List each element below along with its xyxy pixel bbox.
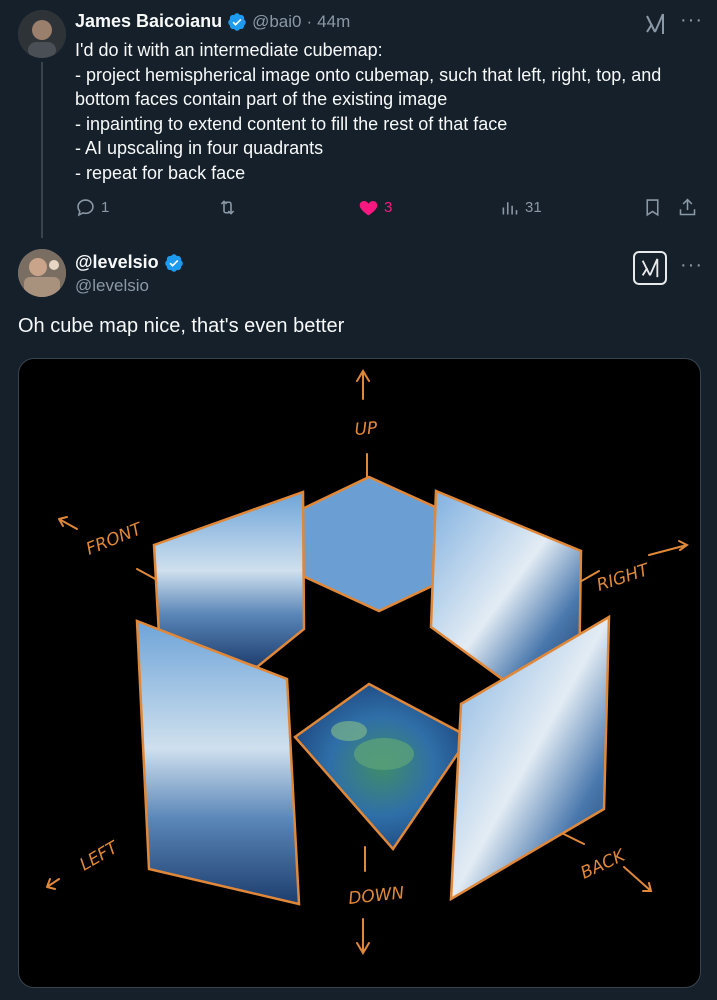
tweet-text: Oh cube map nice, that's even better [18,315,345,337]
label-back: BACK [578,845,630,883]
grok-icon [641,258,659,278]
avatar[interactable] [18,10,66,58]
left-face [135,619,301,906]
thread-line [41,62,43,238]
reply-button[interactable]: 1 [75,197,109,218]
tweet-text: I'd do it with an intermediate cubemap: … [75,40,662,183]
reply-icon [77,199,94,217]
avatar[interactable] [18,249,66,297]
timestamp[interactable]: 44m [317,12,350,32]
analytics-icon [502,202,518,215]
heart-icon [359,201,378,216]
grok-icon[interactable] [643,12,667,41]
grok-button[interactable] [633,251,667,285]
share-button[interactable] [677,197,698,218]
verified-badge-icon [228,12,246,31]
retweet-button[interactable] [217,197,238,218]
separator-dot: · [306,11,313,31]
author-name[interactable]: James Baicoianu [75,11,222,32]
label-front: FRONT [83,519,146,560]
bookmark-icon [646,199,659,217]
label-down: DOWN [347,883,405,909]
cubemap-diagram: UP FRONT RIGHT LEFT DOWN BACK [46,369,689,955]
action-bar: 1 3 31 [75,197,705,223]
share-icon [679,198,696,216]
retweet-icon [220,200,235,215]
label-left: LEFT [77,837,123,875]
author-handle[interactable]: @levelsio [75,276,149,296]
tweet-image[interactable]: UP FRONT RIGHT LEFT DOWN BACK [18,358,701,988]
like-count: 3 [384,199,393,216]
more-options-icon[interactable]: ··· [680,9,703,32]
bookmark-button[interactable] [642,197,663,218]
reply-count: 1 [101,199,110,216]
label-right: RIGHT [594,560,652,596]
more-options-icon[interactable]: ··· [680,254,703,277]
view-count: 31 [525,199,542,216]
author-handle[interactable]: @bai0 [252,12,301,32]
views-button[interactable]: 31 [499,197,542,218]
author-name[interactable]: @levelsio [75,252,159,273]
label-up: UP [354,418,379,440]
like-button[interactable]: 3 [358,197,392,218]
verified-badge-icon [164,253,183,272]
